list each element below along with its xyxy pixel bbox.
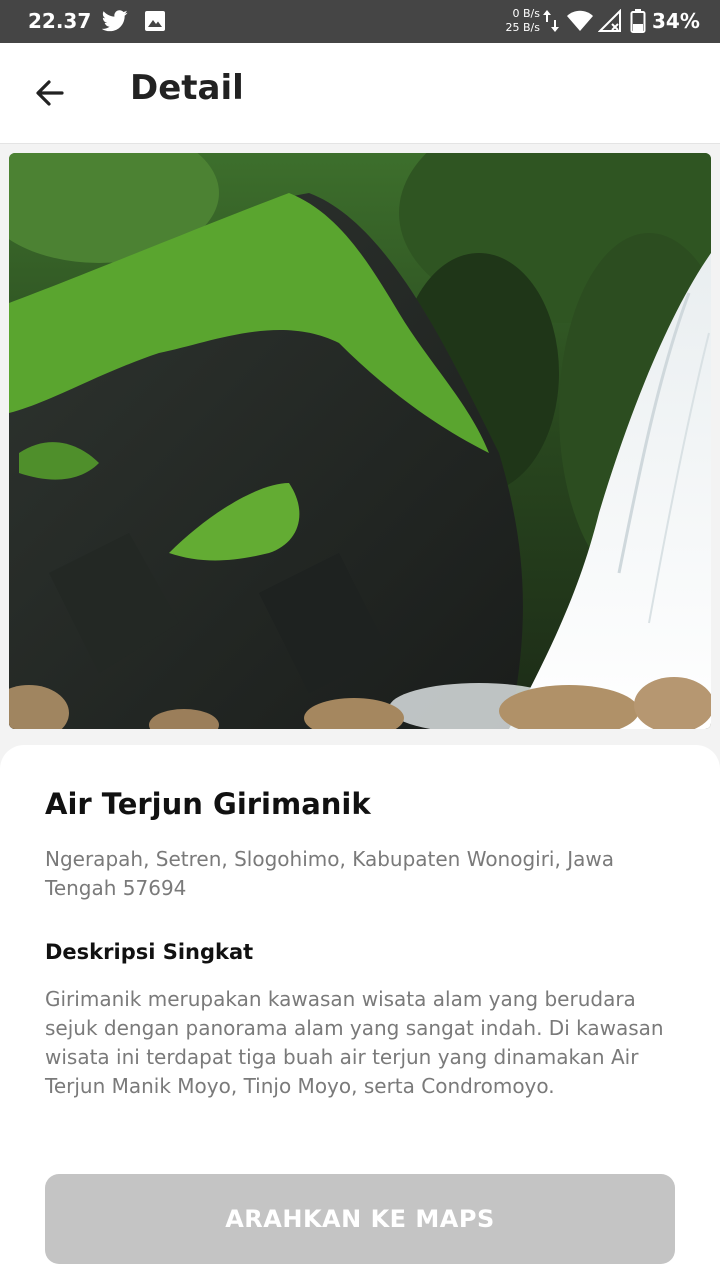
- place-name: Air Terjun Girimanik: [45, 787, 371, 821]
- battery-percent: 34%: [652, 9, 700, 33]
- description-text: Girimanik merupakan kawasan wisata alam …: [45, 987, 664, 1098]
- page-title: Detail: [130, 68, 244, 108]
- description-heading: Deskripsi Singkat: [45, 940, 254, 964]
- twitter-icon: [102, 10, 128, 32]
- status-bar: 22.37 0 B/s 25 B/s 34%: [0, 0, 720, 43]
- data-arrows-icon: [543, 10, 559, 32]
- net-up-text: 0 B/s: [512, 7, 540, 20]
- arrow-left-icon[interactable]: [30, 73, 70, 113]
- detail-card: Air Terjun Girimanik Ngerapah, Setren, S…: [0, 745, 720, 1280]
- place-address: Ngerapah, Setren, Slogohimo, Kabupaten W…: [45, 847, 614, 900]
- app-bar: Detail: [0, 43, 720, 144]
- place-photo: [9, 153, 711, 729]
- open-maps-button[interactable]: ARAHKAN KE MAPS: [45, 1174, 675, 1264]
- net-down-text: 25 B/s: [505, 21, 540, 34]
- signal-icon: [598, 9, 621, 32]
- status-time: 22.37: [28, 9, 92, 33]
- network-speed: 0 B/s 25 B/s: [498, 7, 540, 35]
- wifi-icon: [567, 10, 593, 31]
- image-icon: [145, 11, 165, 31]
- battery-icon: [630, 9, 646, 33]
